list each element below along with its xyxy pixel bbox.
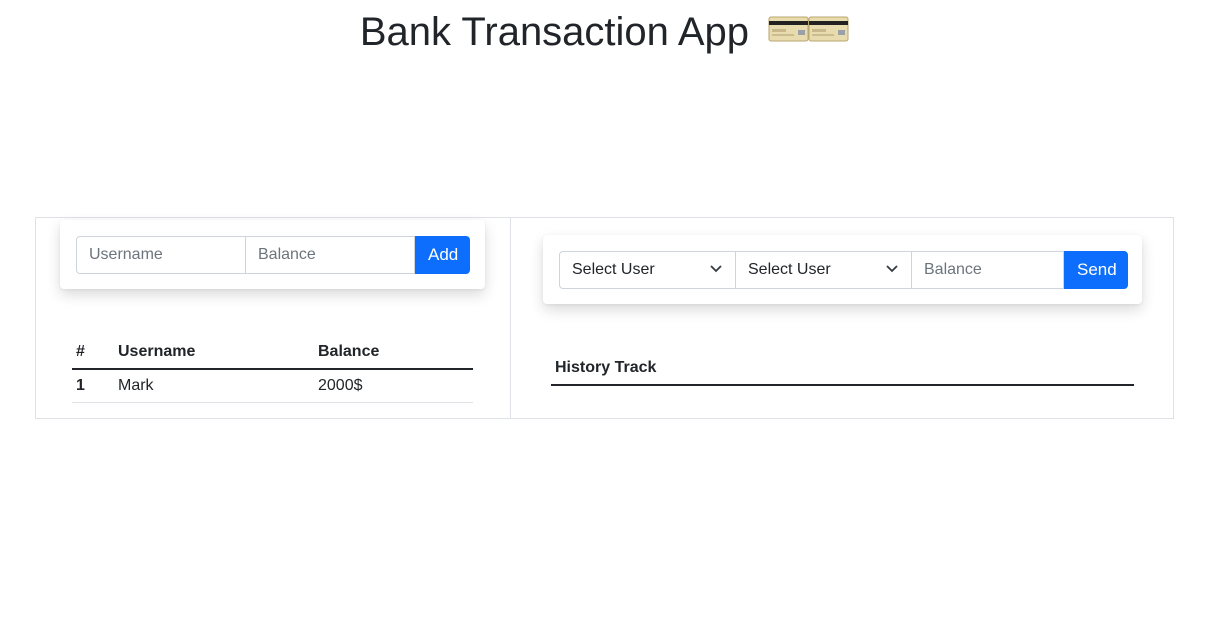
panel-divider	[510, 218, 511, 418]
add-user-card: Add	[60, 220, 485, 289]
send-balance-input[interactable]	[911, 251, 1064, 289]
header-username: Username	[114, 336, 314, 370]
row-username: Mark	[114, 369, 314, 403]
history-header: History Track	[551, 352, 1134, 386]
row-balance: 2000$	[314, 369, 473, 403]
username-input[interactable]	[76, 236, 246, 274]
from-user-select[interactable]: Select User	[559, 251, 736, 289]
main-panel: Add # Username Balance 1 Mark 2000$ Sele…	[35, 217, 1174, 419]
send-money-form: Select User Select User Send	[559, 251, 1128, 289]
users-table-header: # Username Balance	[72, 336, 473, 370]
chevron-down-icon	[885, 261, 899, 279]
credit-card-icon	[768, 4, 850, 56]
table-row: 1 Mark 2000$	[72, 369, 473, 403]
header-balance: Balance	[314, 336, 473, 370]
to-user-select-label: Select User	[748, 261, 831, 278]
to-user-select[interactable]: Select User	[735, 251, 912, 289]
row-index: 1	[72, 369, 114, 403]
add-button[interactable]: Add	[415, 236, 470, 274]
balance-input[interactable]	[245, 236, 415, 274]
app-title-text: Bank Transaction App	[359, 10, 749, 54]
app-title: Bank Transaction App	[0, 6, 1210, 60]
send-money-card: Select User Select User Send	[543, 235, 1142, 304]
header-index: #	[72, 336, 114, 370]
users-table: # Username Balance 1 Mark 2000$	[72, 336, 473, 403]
chevron-down-icon	[709, 261, 723, 279]
add-user-form: Add	[76, 236, 470, 274]
history-track: History Track	[551, 352, 1134, 386]
send-button[interactable]: Send	[1064, 251, 1128, 289]
from-user-select-label: Select User	[572, 261, 655, 278]
